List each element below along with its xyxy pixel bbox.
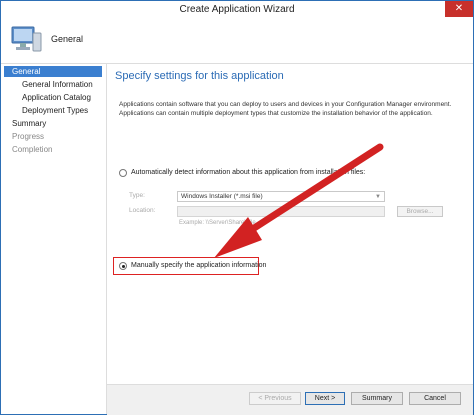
nav-item-general-information[interactable]: General Information [22, 80, 93, 89]
auto-detect-radio[interactable] [119, 169, 127, 177]
type-select-value: Windows Installer (*.msi file) [181, 193, 263, 200]
computer-icon [11, 26, 42, 52]
nav-item-deployment-types[interactable]: Deployment Types [22, 106, 88, 115]
nav-item-application-catalog[interactable]: Application Catalog [22, 93, 91, 102]
wizard-nav: General General Information Application … [1, 64, 107, 414]
wizard-content: Specify settings for this application Ap… [107, 64, 473, 384]
nav-item-completion: Completion [12, 145, 53, 154]
location-example: Example: \\Server\Share\File [179, 220, 256, 226]
wizard-footer: < Previous Next > Summary Cancel [107, 384, 473, 415]
page-title: General [51, 34, 84, 44]
close-button[interactable]: ✕ [445, 1, 473, 17]
type-select[interactable]: Windows Installer (*.msi file) ▼ [177, 191, 385, 202]
chevron-down-icon: ▼ [375, 194, 381, 200]
location-label: Location: [129, 207, 156, 214]
nav-item-summary[interactable]: Summary [12, 119, 46, 128]
type-label: Type: [129, 192, 145, 199]
wizard-header: General [1, 19, 473, 64]
previous-button[interactable]: < Previous [249, 392, 301, 405]
manual-specify-label[interactable]: Manually specify the application informa… [131, 262, 266, 269]
summary-button[interactable]: Summary [351, 392, 403, 405]
section-description: Applications contain software that you c… [119, 101, 452, 117]
nav-item-general[interactable]: General [4, 66, 102, 77]
wizard-window: Create Application Wizard ✕ General Gene… [0, 0, 474, 415]
cancel-button[interactable]: Cancel [409, 392, 461, 405]
next-button[interactable]: Next > [305, 392, 345, 405]
location-input[interactable] [177, 206, 385, 217]
nav-item-progress: Progress [12, 132, 45, 141]
close-icon: ✕ [454, 3, 464, 14]
browse-button[interactable]: Browse... [397, 206, 443, 217]
section-heading: Specify settings for this application [115, 70, 284, 82]
window-title: Create Application Wizard [179, 4, 295, 15]
manual-specify-radio[interactable] [119, 262, 127, 270]
auto-detect-label[interactable]: Automatically detect information about t… [131, 169, 365, 176]
title-bar: Create Application Wizard ✕ [1, 1, 473, 19]
